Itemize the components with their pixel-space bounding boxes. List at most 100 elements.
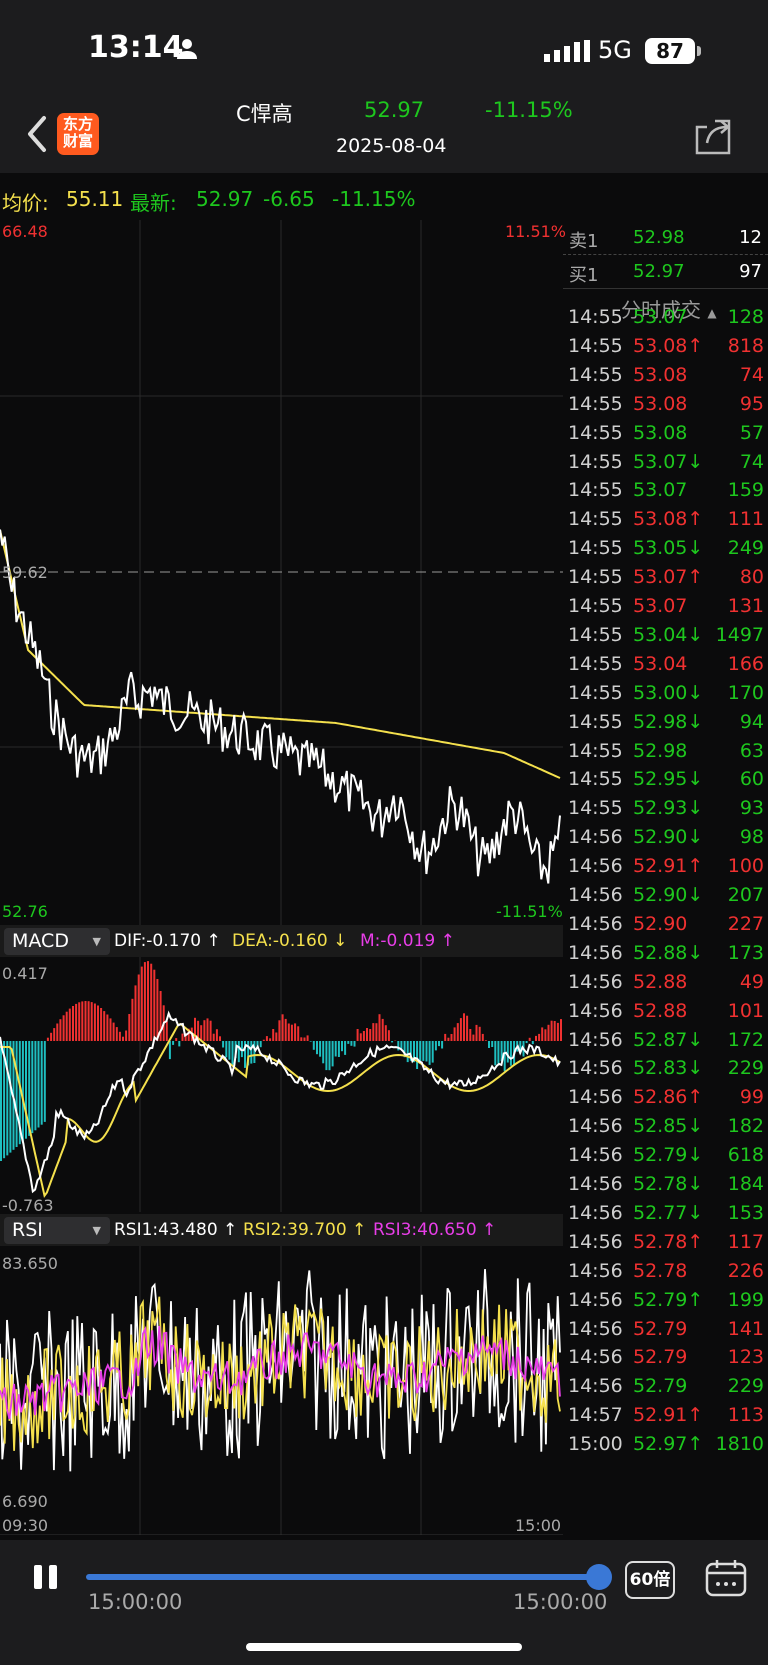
playback-end-time: 15:00:00	[513, 1590, 608, 1614]
macd-bar	[6, 1041, 9, 1156]
macd-bar	[206, 1018, 209, 1041]
macd-bar	[175, 1038, 178, 1041]
macd-bar	[287, 1023, 290, 1041]
trade-time: 14:56	[568, 1057, 623, 1080]
back-chevron-icon[interactable]	[22, 112, 52, 156]
signal-icon	[544, 40, 590, 62]
trade-row: 14:55 53.05↓ 249	[563, 537, 768, 567]
intraday-chart[interactable]: 66.48 11.51% 59.62 52.76 -11.51% MACD ▼ D…	[0, 220, 566, 1535]
trade-price: 52.91↑	[633, 855, 704, 878]
macd-bar	[466, 1015, 469, 1041]
trade-row: 14:55 53.00↓ 170	[563, 682, 768, 712]
status-time: 13:14	[88, 30, 184, 65]
macd-bar	[87, 1001, 90, 1041]
trade-volume: 618	[727, 1144, 764, 1167]
trade-volume: 1810	[715, 1433, 764, 1456]
trade-row: 14:55 53.07↑ 80	[563, 566, 768, 596]
trade-time: 14:55	[568, 450, 623, 473]
trade-row: 14:56 52.77↓ 153	[563, 1202, 768, 1232]
price-high: 66.48	[2, 222, 48, 241]
trade-price: 52.95↓	[633, 768, 704, 791]
macd-bar	[369, 1029, 372, 1041]
trade-volume: 199	[727, 1288, 764, 1311]
trade-time: 14:55	[568, 392, 623, 415]
macd-bar	[125, 1030, 128, 1041]
order-book-ask: 卖1 52.98 12	[563, 222, 768, 255]
macd-bar	[294, 1023, 297, 1041]
macd-bar	[328, 1041, 331, 1071]
trade-price: 53.04↓	[633, 623, 704, 646]
trade-volume: 101	[727, 999, 764, 1022]
price-low-pct: -11.51%	[496, 902, 563, 921]
macd-bar	[463, 1013, 465, 1041]
trade-price: 52.90	[633, 912, 688, 935]
trade-volume: 99	[739, 1086, 764, 1109]
trade-volume: 229	[727, 1057, 764, 1080]
macd-bar	[65, 1011, 68, 1041]
macd-bar	[322, 1041, 325, 1064]
trade-time: 14:55	[568, 768, 623, 791]
slider-handle[interactable]	[586, 1564, 612, 1590]
macd-bar	[441, 1041, 444, 1049]
playback-slider[interactable]	[86, 1574, 596, 1580]
rsi-selector[interactable]: RSI ▼	[4, 1217, 110, 1244]
trade-time: 14:55	[568, 623, 623, 646]
macd-bar	[143, 962, 146, 1041]
macd-bar	[78, 1002, 81, 1041]
trade-price: 52.86↑	[633, 1086, 704, 1109]
calendar-icon[interactable]	[704, 1558, 748, 1598]
trade-row: 14:55 53.04 166	[563, 653, 768, 683]
trade-row: 14:56 52.83↓ 229	[563, 1057, 768, 1087]
trade-time: 14:56	[568, 1144, 623, 1167]
trade-volume: 1497	[715, 623, 764, 646]
macd-bar	[212, 1033, 215, 1041]
macd-bar	[475, 1024, 478, 1041]
trade-row: 14:56 52.79↓ 618	[563, 1144, 768, 1174]
trade-price: 52.78↓	[633, 1173, 704, 1195]
macd-bar	[478, 1026, 481, 1041]
macd-bar	[209, 1020, 212, 1041]
macd-bar	[372, 1023, 375, 1041]
trade-time: 14:56	[568, 1115, 623, 1138]
macd-selector[interactable]: MACD ▼	[4, 928, 110, 955]
trade-row: 14:56 52.90↓ 207	[563, 884, 768, 914]
macd-bar	[43, 1041, 46, 1122]
macd-bar	[259, 1041, 262, 1048]
header-date: 2025-08-04	[336, 135, 447, 157]
macd-bar	[278, 1020, 281, 1041]
macd-bar	[438, 1041, 440, 1047]
price-panel	[0, 220, 563, 925]
macd-bar	[484, 1040, 487, 1041]
trade-price: 52.79↑	[633, 1288, 704, 1311]
macd-bar	[384, 1025, 387, 1041]
chevron-down-icon: ▼	[92, 1224, 101, 1237]
time-axis-start: 09:30	[2, 1516, 49, 1535]
trade-time: 14:56	[568, 1086, 623, 1109]
macd-bar	[272, 1029, 275, 1041]
order-book-bid: 买1 52.97 97	[563, 256, 768, 289]
share-icon[interactable]	[693, 117, 733, 155]
speed-button[interactable]: 60倍	[625, 1561, 675, 1599]
rsi-max: 83.650	[2, 1254, 58, 1273]
trade-price: 53.05↓	[633, 537, 704, 560]
trade-row: 14:55 53.08 74	[563, 364, 768, 394]
macd-bar	[53, 1028, 56, 1041]
trade-row: 14:56 52.88 49	[563, 971, 768, 1001]
trade-volume: 63	[739, 739, 764, 762]
trade-row: 14:55 52.98 63	[563, 740, 768, 770]
macd-bar	[312, 1041, 315, 1050]
header-price: 52.97	[364, 98, 425, 122]
trade-row: 14:56 52.85↓ 182	[563, 1115, 768, 1145]
person-icon	[177, 39, 197, 59]
trade-time: 14:56	[568, 1259, 623, 1282]
pause-icon[interactable]	[32, 1565, 60, 1589]
trade-volume: 159	[727, 479, 764, 502]
macd-panel	[0, 957, 562, 1212]
trade-volume: 182	[727, 1115, 764, 1138]
trade-volume: 100	[727, 855, 764, 878]
trade-time: 14:55	[568, 334, 623, 357]
trade-price: 53.08	[633, 363, 688, 386]
macd-bar	[25, 1041, 27, 1139]
macd-bar	[366, 1028, 368, 1041]
trade-volume: 173	[727, 941, 764, 964]
